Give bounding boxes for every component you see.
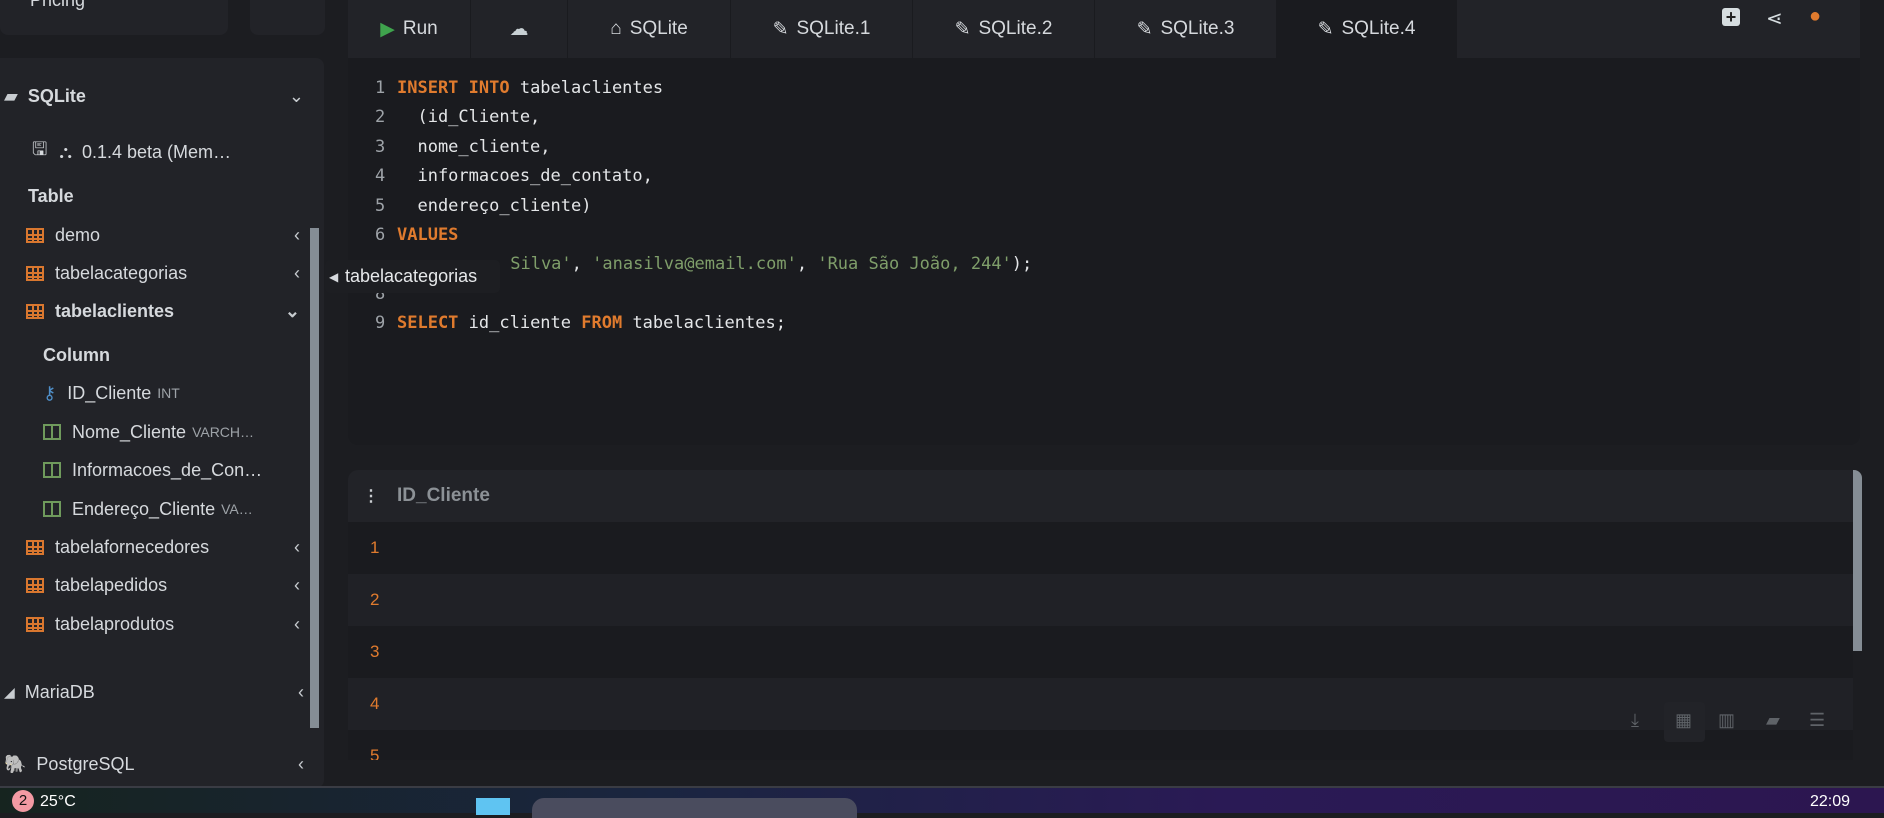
- sidebar-db-sqlite[interactable]: ▰ SQLite ⌄: [4, 81, 314, 111]
- run-button[interactable]: ▶ Run: [348, 0, 471, 58]
- code-line: 4 informacoes_de_contato,: [375, 166, 653, 186]
- column-item[interactable]: ⚷ ID_Cliente INT: [43, 378, 353, 408]
- code-line: 9 SELECT id_cliente FROM tabelaclientes;: [375, 313, 786, 333]
- chevron-down-icon: ⌄: [288, 85, 304, 106]
- cloud-icon: ☁: [509, 18, 529, 40]
- table-icon: [26, 227, 44, 243]
- sidebar-db-mariadb[interactable]: ◢ MariaDB ‹: [4, 677, 314, 707]
- chevron-left-icon: ‹: [298, 753, 304, 774]
- column-icon: [43, 462, 61, 478]
- table-icon: [26, 577, 44, 593]
- chevron-left-icon: ‹: [294, 574, 300, 595]
- save-icon[interactable]: 🖫: [32, 137, 47, 167]
- weather-temp[interactable]: 25°C: [40, 793, 76, 811]
- table-icon: [26, 539, 44, 555]
- column-menu-icon[interactable]: ⋮: [363, 486, 379, 506]
- table-row[interactable]: 2: [348, 574, 1853, 626]
- sidebar-table-tabelaclientes[interactable]: tabelaclientes ⌄: [26, 296, 310, 326]
- menu-icon[interactable]: ☰: [1809, 710, 1825, 731]
- table-heading: Table: [28, 185, 74, 206]
- sidebar-table-demo[interactable]: demo ‹: [26, 220, 310, 250]
- column-item[interactable]: Informacoes_de_Con…: [43, 455, 353, 485]
- edit-icon: ✎: [772, 18, 789, 40]
- chevron-left-icon: ‹: [294, 613, 300, 634]
- sqlite-icon: ▰: [4, 85, 18, 106]
- sidebar-scrollbar[interactable]: [310, 228, 319, 728]
- results-header: ⋮ ID_Cliente: [348, 470, 1853, 522]
- download-icon[interactable]: ⤓: [1631, 710, 1639, 731]
- table-icon: [26, 265, 44, 281]
- taskbar: 2 25°C 22:09: [0, 786, 1884, 818]
- tooltip: ◀ tabelacategorias: [325, 260, 500, 293]
- table-icon: [26, 616, 44, 632]
- edit-icon: ✎: [1317, 18, 1334, 40]
- chevron-left-icon: ‹: [294, 262, 300, 283]
- taskbar-search[interactable]: [532, 798, 857, 818]
- top-action-card[interactable]: [250, 0, 325, 35]
- sidebar-table-tabelafornecedores[interactable]: tabelafornecedores ‹: [26, 532, 310, 562]
- sidebar-table-tabelacategorias[interactable]: tabelacategorias ‹: [26, 258, 310, 288]
- tab-sqlite-4[interactable]: ✎ SQLite.4: [1277, 0, 1457, 58]
- table-row[interactable]: 4: [348, 678, 1853, 730]
- sidebar-db-postgresql[interactable]: 🐘 PostgreSQL ‹: [4, 749, 314, 779]
- tab-sqlite-1[interactable]: ✎ SQLite.1: [731, 0, 913, 58]
- table-row[interactable]: 3: [348, 626, 1853, 678]
- column-header[interactable]: ID_Cliente: [397, 485, 490, 507]
- table-view-icon[interactable]: ▦: [1675, 710, 1692, 731]
- home-icon: ⌂: [610, 18, 622, 39]
- schema-icon[interactable]: ⛬: [59, 142, 72, 163]
- windows-start-icon[interactable]: [476, 798, 510, 815]
- code-line: 2 (id_Cliente,: [375, 107, 541, 127]
- sql-editor[interactable]: [348, 58, 1860, 445]
- chart-icon[interactable]: ▥: [1718, 710, 1735, 731]
- results-scrollbar[interactable]: [1853, 470, 1862, 651]
- cloud-button[interactable]: ☁: [471, 0, 568, 58]
- table-icon: [26, 303, 44, 319]
- table-row[interactable]: 1: [348, 522, 1853, 574]
- editor-toolbar: ▶ Run ☁ ⌂ SQLite ✎ SQLite.1 ✎ SQLite.2 ✎ SQLi…: [348, 0, 1860, 58]
- column-heading: Column: [43, 344, 110, 365]
- pricing-link[interactable]: Pricing: [30, 0, 85, 11]
- tab-sqlite[interactable]: ⌂ SQLite: [568, 0, 731, 58]
- table-row[interactable]: 5: [348, 730, 1853, 760]
- postgresql-elephant-icon: 🐘: [4, 753, 27, 774]
- code-line: 1 INSERT INTO tabelaclientes: [375, 78, 664, 98]
- tab-sqlite-3[interactable]: ✎ SQLite.3: [1095, 0, 1277, 58]
- column-icon: [43, 424, 61, 440]
- column-item[interactable]: Endereço_Cliente VA…: [43, 494, 353, 524]
- code-line: 6 VALUES: [375, 225, 459, 245]
- chevron-left-icon: ‹: [294, 536, 300, 557]
- column-item[interactable]: Nome_Cliente VARCH…: [43, 417, 353, 447]
- sidebar-table-tabelaprodutos[interactable]: tabelaprodutos ‹: [26, 609, 310, 639]
- code-line: Silva', 'anasilva@email.com', 'Rua São J…: [500, 254, 1033, 274]
- top-nav-card: Pricing: [0, 0, 228, 35]
- chevron-left-icon: ‹: [294, 224, 300, 245]
- key-icon: ⚷: [43, 382, 57, 403]
- clock: 22:09: [1810, 793, 1851, 810]
- chevron-left-icon: ‹: [298, 681, 304, 702]
- chevron-down-icon: ⌄: [284, 300, 300, 321]
- tooltip-arrow-icon: ◀: [329, 269, 339, 284]
- tab-sqlite-2[interactable]: ✎ SQLite.2: [913, 0, 1095, 58]
- code-line: 3 nome_cliente,: [375, 137, 551, 157]
- edit-icon: ✎: [954, 18, 971, 40]
- edit-icon: ✎: [1136, 18, 1153, 40]
- column-icon: [43, 501, 61, 517]
- book-icon[interactable]: ▰: [1766, 710, 1780, 731]
- new-tab-plus-icon[interactable]: +: [1722, 8, 1740, 26]
- code-line: 5 endereço_cliente): [375, 196, 592, 216]
- notification-badge[interactable]: 2: [12, 790, 34, 812]
- sidebar-table-tabelapedidos[interactable]: tabelapedidos ‹: [26, 570, 310, 600]
- db-version: 🖫 ⛬ 0.1.4 beta (Mem…: [32, 137, 342, 167]
- mariadb-seal-icon: ◢: [4, 683, 15, 700]
- share-icon[interactable]: ⋖: [1766, 6, 1783, 31]
- user-icon[interactable]: ●: [1809, 5, 1821, 28]
- play-icon: ▶: [380, 18, 395, 40]
